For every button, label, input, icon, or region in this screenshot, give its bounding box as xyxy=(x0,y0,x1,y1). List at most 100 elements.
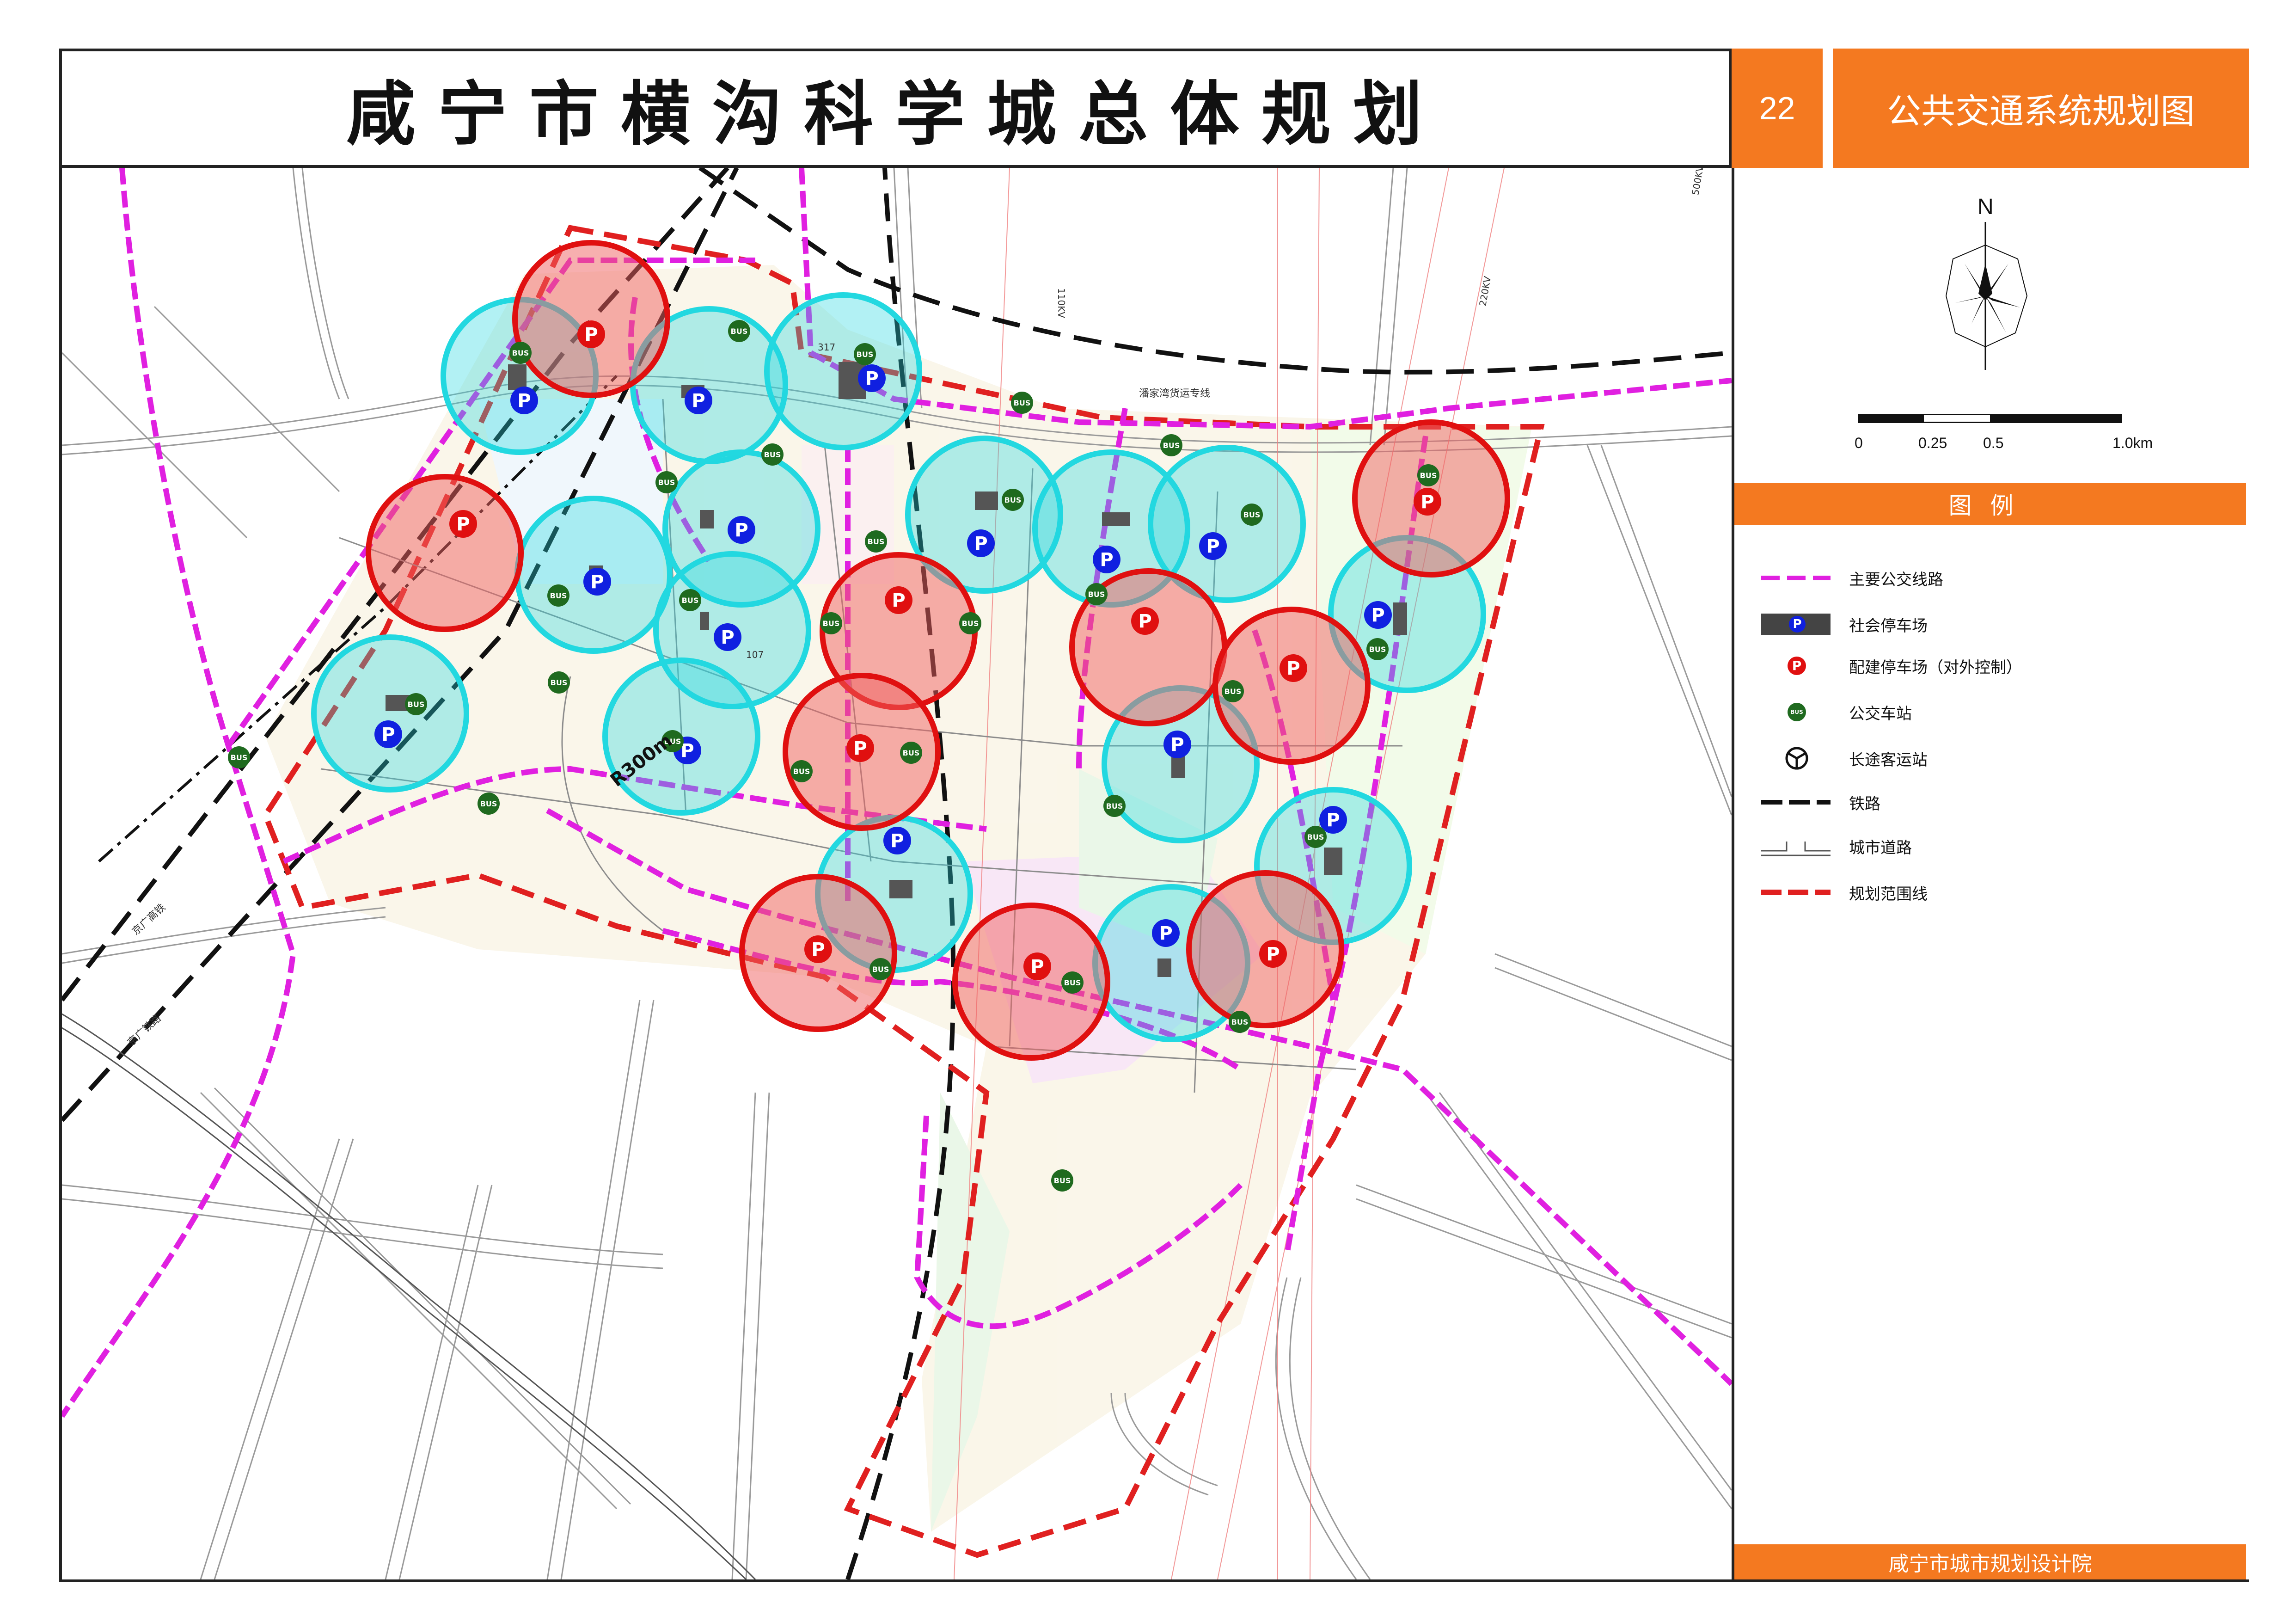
sheet-title: 公共交通系统规划图 xyxy=(1833,49,2249,168)
svg-text:BUS: BUS xyxy=(480,799,497,808)
bus-stop-icon: BUS xyxy=(900,742,922,764)
attached-parking-icon: P xyxy=(885,586,912,614)
public-parking-icon: P xyxy=(858,364,886,392)
bus-stop-icon: BUS xyxy=(1417,464,1439,486)
svg-text:BUS: BUS xyxy=(682,596,699,605)
attached-parking-icon: P xyxy=(1761,650,1831,682)
map-canvas[interactable]: P P P P P P P P P P P P P P P P P P P P … xyxy=(62,168,1732,1579)
bus-stop-icon: BUS xyxy=(865,530,887,553)
compass-rose-icon xyxy=(1945,222,2028,370)
svg-text:BUS: BUS xyxy=(1004,496,1022,504)
svg-text:P: P xyxy=(1326,810,1340,831)
svg-text:BUS: BUS xyxy=(551,678,568,687)
legend-item: 城市道路 xyxy=(1761,830,1912,862)
attached-parking-icon: P xyxy=(804,935,832,963)
bus-stop-icon: BUS xyxy=(478,793,500,815)
svg-text:P: P xyxy=(1159,923,1172,944)
public-parking-icon: P xyxy=(883,827,911,854)
svg-text:P: P xyxy=(692,390,705,412)
svg-text:BUS: BUS xyxy=(1369,645,1386,654)
svg-text:P: P xyxy=(892,590,905,611)
legend-label: 配建停车场（对外控制） xyxy=(1849,658,2022,677)
legend-item: 主要公交线路 xyxy=(1761,562,1943,594)
svg-text:P: P xyxy=(584,324,598,345)
institute-footer: 咸宁市城市规划设计院 xyxy=(1734,1544,2246,1579)
bus-stop-icon: BUS xyxy=(405,693,427,715)
public-parking-icon: P xyxy=(714,623,741,651)
bus-stop-icon: BUS xyxy=(1051,1169,1073,1192)
bus-stop-icon: BUS xyxy=(1761,696,1831,728)
bus-stop-icon: BUS xyxy=(1366,638,1389,660)
attached-parking-icon: P xyxy=(1280,654,1307,682)
scale-label: 0 xyxy=(1855,435,1863,451)
scale-bar xyxy=(1858,414,2126,425)
svg-text:BUS: BUS xyxy=(868,537,885,546)
svg-text:BUS: BUS xyxy=(1064,978,1081,987)
public-parking-icon: P xyxy=(1163,731,1191,758)
public-parking-icon: P xyxy=(1093,546,1120,573)
svg-text:BUS: BUS xyxy=(962,619,979,628)
public-parking-icon: P xyxy=(583,568,611,596)
svg-text:P: P xyxy=(1030,956,1044,977)
public-parking-icon: P xyxy=(374,720,402,748)
road-label: 107 xyxy=(746,649,764,660)
north-label: N xyxy=(1978,195,1994,219)
attached-parking-icon: P xyxy=(577,320,605,348)
bus-stop-icon: BUS xyxy=(548,671,570,694)
legend-label: 公交车站 xyxy=(1849,704,1912,723)
attached-parking-icon: P xyxy=(1259,940,1287,968)
bus-stop-icon: BUS xyxy=(728,320,750,342)
bus-stop-icon: BUS xyxy=(1304,826,1327,848)
svg-text:P: P xyxy=(890,830,904,852)
svg-text:P: P xyxy=(1286,658,1300,679)
road-label: 220KV xyxy=(1477,275,1493,307)
legend-item: BUS 公交车站 xyxy=(1761,696,1912,728)
road-label: 京广铁路 xyxy=(125,1013,163,1048)
legend-item: 规划范围线 xyxy=(1761,876,1928,909)
legend-label: 主要公交线路 xyxy=(1849,570,1943,589)
svg-text:BUS: BUS xyxy=(1106,802,1123,811)
svg-text:P: P xyxy=(1371,605,1384,626)
legend-title: 图例 xyxy=(1734,483,2246,525)
svg-text:BUS: BUS xyxy=(550,591,567,600)
bus-stop-icon: BUS xyxy=(869,958,892,980)
road-label: 500KV xyxy=(1690,168,1706,196)
svg-text:BUS: BUS xyxy=(1231,1018,1249,1026)
svg-text:BUS: BUS xyxy=(1054,1176,1071,1185)
svg-text:P: P xyxy=(1206,536,1219,557)
legend-label: 长途客运站 xyxy=(1849,750,1928,769)
road-label: 潘家湾货运专线 xyxy=(1139,388,1210,399)
page-title: 咸宁市横沟科学城总体规划 xyxy=(346,74,1445,155)
bus-stop-icon: BUS xyxy=(959,612,981,634)
legend-label: 规划范围线 xyxy=(1849,885,1928,903)
scale-label: 0.25 xyxy=(1918,435,1947,451)
svg-text:P: P xyxy=(456,514,470,535)
svg-text:P: P xyxy=(811,939,825,960)
scale-label: 1.0km xyxy=(2112,435,2153,451)
public-parking-icon: P xyxy=(1761,608,1831,640)
svg-text:BUS: BUS xyxy=(731,327,748,336)
svg-text:BUS: BUS xyxy=(764,450,781,459)
legend-item: 铁路 xyxy=(1761,786,1880,818)
railway-icon xyxy=(1761,786,1831,818)
svg-text:P: P xyxy=(974,533,987,554)
attached-parking-icon: P xyxy=(1131,607,1159,635)
bus-stop-icon: BUS xyxy=(228,746,250,768)
svg-text:P: P xyxy=(865,368,878,389)
svg-text:P: P xyxy=(1420,492,1434,513)
svg-text:P: P xyxy=(1266,944,1280,965)
city-road-icon xyxy=(1761,830,1831,862)
bus-stop-icon: BUS xyxy=(1085,583,1108,605)
svg-text:P: P xyxy=(1170,734,1184,756)
svg-text:BUS: BUS xyxy=(512,349,529,357)
svg-text:P: P xyxy=(735,520,748,541)
bus-stop-icon: BUS xyxy=(679,589,701,611)
public-parking-icon: P xyxy=(685,387,712,414)
svg-text:BUS: BUS xyxy=(231,753,248,762)
svg-text:BUS: BUS xyxy=(1307,833,1324,842)
attached-parking-icon: P xyxy=(1414,488,1441,516)
svg-text:BUS: BUS xyxy=(1243,510,1261,519)
svg-text:P: P xyxy=(1100,549,1113,571)
public-parking-icon: P xyxy=(1152,919,1180,947)
svg-text:P: P xyxy=(517,390,531,412)
